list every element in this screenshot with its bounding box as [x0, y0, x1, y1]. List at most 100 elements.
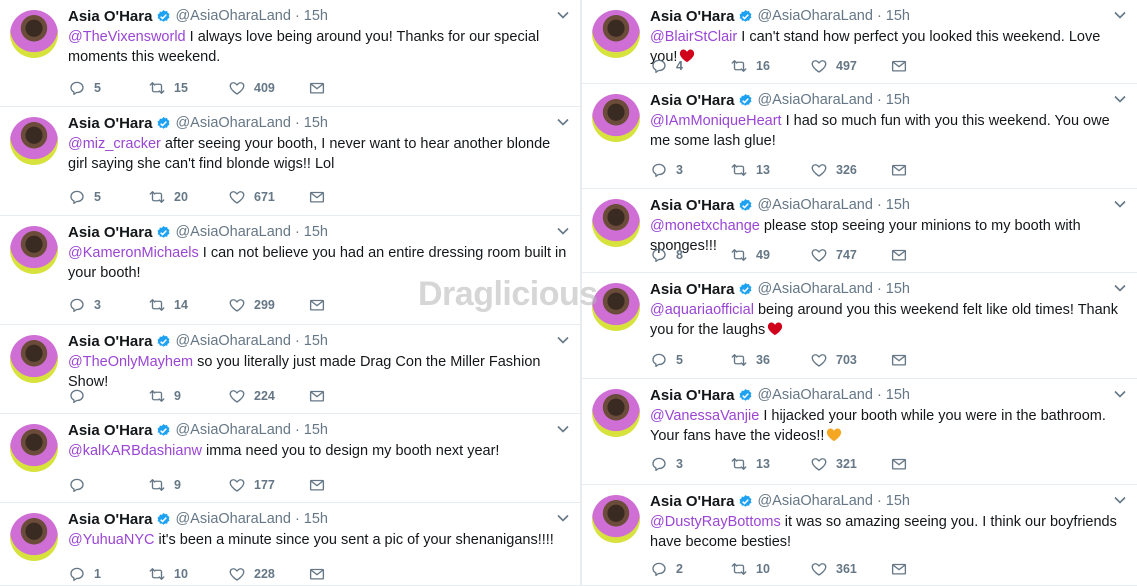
retweet-button[interactable]: 14 — [148, 296, 228, 314]
retweet-button[interactable]: 10 — [148, 565, 228, 583]
author-handle[interactable]: @AsiaOharaLand — [757, 92, 872, 108]
reply-button[interactable]: 1 — [68, 565, 148, 583]
author-name[interactable]: Asia O'Hara — [650, 197, 734, 214]
chevron-down-icon[interactable] — [1113, 281, 1127, 295]
author-name[interactable]: Asia O'Hara — [650, 281, 734, 298]
mention-link[interactable]: @aquariaofficial — [650, 302, 754, 318]
mention-link[interactable]: @YuhuaNYC — [68, 532, 154, 548]
timestamp[interactable]: 15h — [886, 92, 910, 108]
tweet[interactable]: Asia O'Hara @AsiaOharaLand · 15h @Vaness… — [582, 379, 1137, 485]
retweet-button[interactable]: 49 — [730, 246, 810, 264]
retweet-button[interactable]: 36 — [730, 351, 810, 369]
direct-message-button[interactable] — [890, 57, 920, 75]
direct-message-button[interactable] — [308, 565, 338, 583]
mention-link[interactable]: @miz_cracker — [68, 136, 161, 152]
direct-message-button[interactable] — [308, 476, 338, 494]
author-handle[interactable]: @AsiaOharaLand — [175, 511, 290, 527]
mention-link[interactable]: @BlairStClair — [650, 29, 737, 45]
tweet[interactable]: Asia O'Hara @AsiaOharaLand · 15h @DustyR… — [582, 485, 1137, 586]
author-handle[interactable]: @AsiaOharaLand — [757, 197, 872, 213]
like-button[interactable]: 321 — [810, 455, 890, 473]
tweet[interactable]: Asia O'Hara @AsiaOharaLand · 15h @TheVix… — [0, 0, 580, 107]
reply-button[interactable]: 4 — [650, 57, 730, 75]
mention-link[interactable]: @KameronMichaels — [68, 245, 199, 261]
timestamp[interactable]: 15h — [304, 333, 328, 349]
retweet-button[interactable]: 10 — [730, 560, 810, 578]
author-name[interactable]: Asia O'Hara — [68, 224, 152, 241]
author-handle[interactable]: @AsiaOharaLand — [175, 333, 290, 349]
avatar[interactable] — [10, 226, 58, 274]
tweet[interactable]: Asia O'Hara @AsiaOharaLand · 15h @aquari… — [582, 273, 1137, 379]
avatar[interactable] — [592, 199, 640, 247]
author-name[interactable]: Asia O'Hara — [650, 8, 734, 25]
author-name[interactable]: Asia O'Hara — [68, 422, 152, 439]
tweet[interactable]: Asia O'Hara @AsiaOharaLand · 15h @miz_cr… — [0, 107, 580, 216]
mention-link[interactable]: @TheOnlyMayhem — [68, 354, 193, 370]
tweet[interactable]: Asia O'Hara @AsiaOharaLand · 15h @BlairS… — [582, 0, 1137, 84]
chevron-down-icon[interactable] — [556, 224, 570, 238]
timestamp[interactable]: 15h — [304, 511, 328, 527]
author-name[interactable]: Asia O'Hara — [68, 511, 152, 528]
reply-button[interactable]: 3 — [650, 161, 730, 179]
reply-button[interactable] — [68, 476, 148, 494]
like-button[interactable]: 326 — [810, 161, 890, 179]
like-button[interactable]: 703 — [810, 351, 890, 369]
mention-link[interactable]: @kalKARBdashianw — [68, 443, 202, 459]
avatar[interactable] — [10, 335, 58, 383]
author-handle[interactable]: @AsiaOharaLand — [175, 224, 290, 240]
timestamp[interactable]: 15h — [304, 224, 328, 240]
author-name[interactable]: Asia O'Hara — [650, 387, 734, 404]
reply-button[interactable]: 2 — [650, 560, 730, 578]
author-handle[interactable]: @AsiaOharaLand — [175, 115, 290, 131]
mention-link[interactable]: @monetxchange — [650, 218, 760, 234]
avatar[interactable] — [10, 424, 58, 472]
retweet-button[interactable]: 13 — [730, 455, 810, 473]
chevron-down-icon[interactable] — [556, 422, 570, 436]
avatar[interactable] — [10, 117, 58, 165]
chevron-down-icon[interactable] — [556, 115, 570, 129]
tweet[interactable]: Asia O'Hara @AsiaOharaLand · 15h @IAmMon… — [582, 84, 1137, 189]
author-handle[interactable]: @AsiaOharaLand — [757, 8, 872, 24]
avatar[interactable] — [592, 283, 640, 331]
like-button[interactable]: 497 — [810, 57, 890, 75]
like-button[interactable]: 224 — [228, 387, 308, 405]
chevron-down-icon[interactable] — [1113, 197, 1127, 211]
chevron-down-icon[interactable] — [556, 8, 570, 22]
tweet[interactable]: Asia O'Hara @AsiaOharaLand · 15h @monetx… — [582, 189, 1137, 273]
avatar[interactable] — [592, 389, 640, 437]
like-button[interactable]: 361 — [810, 560, 890, 578]
like-button[interactable]: 409 — [228, 79, 308, 97]
timestamp[interactable]: 15h — [304, 422, 328, 438]
direct-message-button[interactable] — [890, 161, 920, 179]
retweet-button[interactable]: 20 — [148, 188, 228, 206]
mention-link[interactable]: @TheVixensworld — [68, 29, 186, 45]
direct-message-button[interactable] — [308, 79, 338, 97]
reply-button[interactable] — [68, 387, 148, 405]
avatar[interactable] — [10, 10, 58, 58]
reply-button[interactable]: 3 — [650, 455, 730, 473]
direct-message-button[interactable] — [890, 351, 920, 369]
timestamp[interactable]: 15h — [304, 115, 328, 131]
author-handle[interactable]: @AsiaOharaLand — [757, 281, 872, 297]
reply-button[interactable]: 3 — [68, 296, 148, 314]
reply-button[interactable]: 5 — [68, 79, 148, 97]
avatar[interactable] — [10, 513, 58, 561]
author-handle[interactable]: @AsiaOharaLand — [757, 387, 872, 403]
direct-message-button[interactable] — [890, 560, 920, 578]
retweet-button[interactable]: 15 — [148, 79, 228, 97]
tweet[interactable]: Asia O'Hara @AsiaOharaLand · 15h @TheOnl… — [0, 325, 580, 414]
like-button[interactable]: 299 — [228, 296, 308, 314]
author-name[interactable]: Asia O'Hara — [68, 115, 152, 132]
timestamp[interactable]: 15h — [886, 387, 910, 403]
reply-button[interactable]: 8 — [650, 246, 730, 264]
direct-message-button[interactable] — [308, 387, 338, 405]
retweet-button[interactable]: 13 — [730, 161, 810, 179]
chevron-down-icon[interactable] — [1113, 8, 1127, 22]
timestamp[interactable]: 15h — [886, 197, 910, 213]
timestamp[interactable]: 15h — [304, 8, 328, 24]
mention-link[interactable]: @VanessaVanjie — [650, 408, 759, 424]
like-button[interactable]: 228 — [228, 565, 308, 583]
like-button[interactable]: 671 — [228, 188, 308, 206]
direct-message-button[interactable] — [890, 455, 920, 473]
chevron-down-icon[interactable] — [556, 511, 570, 525]
